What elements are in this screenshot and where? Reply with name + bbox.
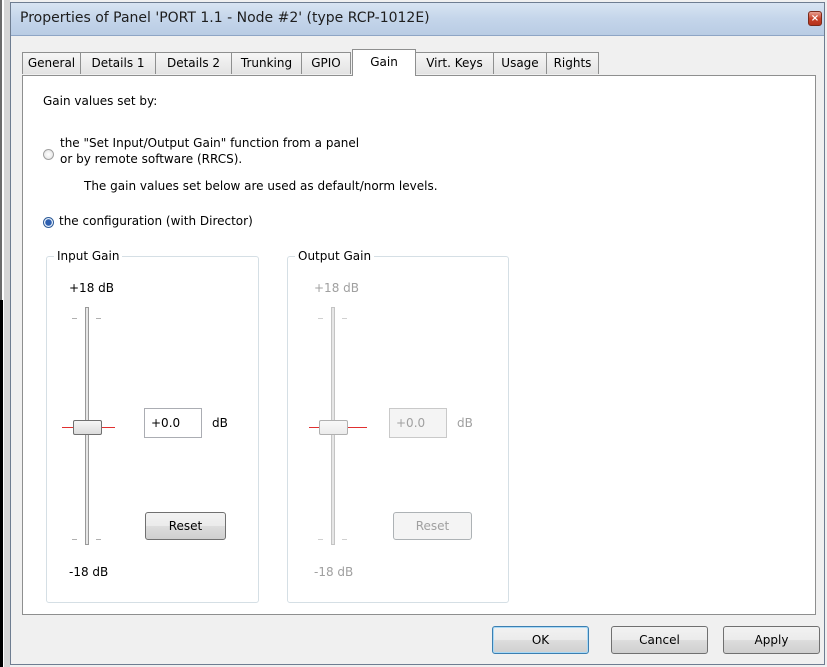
ok-button[interactable]: OK bbox=[492, 626, 589, 654]
output-gain-reset-button[interactable]: Reset bbox=[393, 512, 472, 540]
title-bar[interactable]: Properties of Panel 'PORT 1.1 - Node #2'… bbox=[11, 3, 824, 36]
output-gain-slider-thumb[interactable] bbox=[319, 420, 348, 435]
tick-top-right bbox=[96, 318, 101, 319]
tab-gpio[interactable]: GPIO bbox=[301, 52, 351, 74]
close-icon[interactable]: × bbox=[808, 11, 822, 26]
tick-bottom-left bbox=[72, 539, 77, 540]
input-gain-min-label: -18 dB bbox=[69, 565, 109, 579]
tab-virt-keys[interactable]: Virt. Keys bbox=[415, 52, 494, 74]
tab-usage[interactable]: Usage bbox=[493, 52, 547, 74]
output-gain-group: Output Gain +18 dB +0.0 dB Reset -18 dB bbox=[287, 249, 509, 603]
default-norm-note: The gain values set below are used as de… bbox=[84, 179, 438, 193]
tick-top-left bbox=[318, 318, 323, 319]
radio-panel-function[interactable] bbox=[43, 149, 54, 160]
output-gain-value-field[interactable]: +0.0 bbox=[389, 408, 447, 438]
tab-gain[interactable]: Gain bbox=[352, 49, 416, 76]
input-gain-slider-thumb[interactable] bbox=[73, 420, 102, 435]
gain-heading: Gain values set by: bbox=[43, 94, 158, 108]
tick-bottom-right bbox=[96, 539, 101, 540]
tick-bottom-left bbox=[318, 539, 323, 540]
apply-button[interactable]: Apply bbox=[723, 626, 820, 654]
tick-top-right bbox=[342, 318, 347, 319]
input-gain-value-field[interactable]: +0.0 bbox=[144, 408, 202, 438]
radio-configuration-label[interactable]: the configuration (with Director) bbox=[59, 214, 253, 228]
output-gain-max-label: +18 dB bbox=[314, 281, 359, 295]
output-gain-label: Output Gain bbox=[295, 249, 375, 263]
tick-bottom-right bbox=[342, 539, 347, 540]
output-gain-unit: dB bbox=[457, 416, 473, 430]
output-gain-min-label: -18 dB bbox=[314, 565, 354, 579]
radio-panel-function-label-2[interactable]: or by remote software (RRCS). bbox=[60, 152, 242, 166]
tab-general[interactable]: General bbox=[22, 52, 81, 74]
background-window-edge bbox=[0, 0, 10, 667]
tab-details-2[interactable]: Details 2 bbox=[155, 52, 232, 74]
tick-top-left bbox=[72, 318, 77, 319]
tab-details-1[interactable]: Details 1 bbox=[80, 52, 156, 74]
cancel-button[interactable]: Cancel bbox=[611, 626, 708, 654]
input-gain-reset-button[interactable]: Reset bbox=[145, 512, 226, 540]
tab-trunking[interactable]: Trunking bbox=[231, 52, 302, 74]
radio-configuration[interactable] bbox=[43, 217, 54, 228]
input-gain-group: Input Gain +18 dB +0.0 dB Reset -18 dB bbox=[46, 249, 259, 603]
input-gain-label: Input Gain bbox=[54, 249, 123, 263]
input-gain-unit: dB bbox=[212, 416, 228, 430]
tab-rights[interactable]: Rights bbox=[546, 52, 599, 74]
properties-dialog: Properties of Panel 'PORT 1.1 - Node #2'… bbox=[10, 2, 825, 665]
input-gain-max-label: +18 dB bbox=[69, 281, 114, 295]
radio-panel-function-label-1[interactable]: the "Set Input/Output Gain" function fro… bbox=[60, 136, 359, 150]
window-title: Properties of Panel 'PORT 1.1 - Node #2'… bbox=[20, 10, 430, 26]
gain-tab-panel: Gain values set by: the "Set Input/Outpu… bbox=[22, 75, 816, 615]
